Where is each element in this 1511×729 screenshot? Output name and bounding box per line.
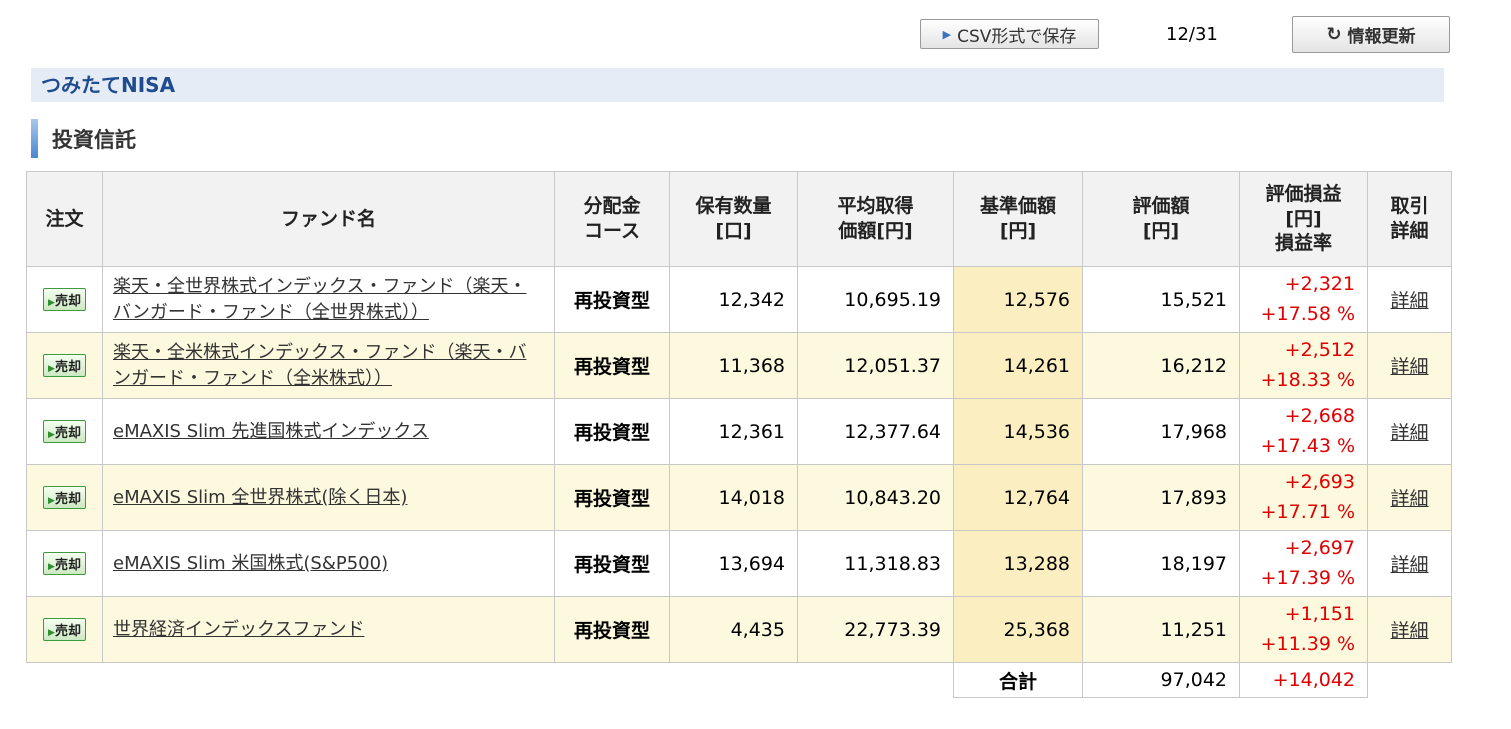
detail-link[interactable]: 詳細 bbox=[1390, 290, 1428, 312]
pl-rate: +17.58 % bbox=[1260, 302, 1355, 325]
nav-price: 12,764 bbox=[953, 464, 1083, 531]
sell-button[interactable]: ▶売却 bbox=[43, 486, 86, 509]
holding-qty: 4,435 bbox=[669, 596, 798, 663]
avg-cost: 12,051.37 bbox=[797, 332, 954, 399]
fund-name-link[interactable]: 楽天・全世界株式インデックス・ファンド（楽天・バンガード・ファンド（全世界株式）… bbox=[113, 276, 526, 322]
unrealized-pl: +1,151 bbox=[1284, 603, 1355, 626]
sell-arrow-icon: ▶ bbox=[48, 364, 55, 374]
sell-arrow-icon: ▶ bbox=[48, 628, 55, 638]
market-value: 11,251 bbox=[1082, 596, 1240, 663]
header-avg: 平均取得 価額[円] bbox=[797, 171, 954, 267]
sell-arrow-icon: ▶ bbox=[48, 430, 55, 440]
detail-link[interactable]: 詳細 bbox=[1390, 422, 1428, 444]
unrealized-pl: +2,697 bbox=[1284, 537, 1355, 560]
sell-arrow-icon: ▶ bbox=[48, 298, 55, 308]
unrealized-pl: +2,668 bbox=[1284, 405, 1355, 428]
holding-qty: 12,361 bbox=[669, 398, 798, 465]
fund-name-link[interactable]: 世界経済インデックスファンド bbox=[113, 619, 364, 640]
table-row: ▶売却 楽天・全世界株式インデックス・ファンド（楽天・バンガード・ファンド（全世… bbox=[26, 266, 1452, 333]
total-label: 合計 bbox=[953, 662, 1083, 698]
pl-rate: +18.33 % bbox=[1260, 368, 1355, 391]
pl-rate: +17.43 % bbox=[1260, 434, 1355, 457]
play-triangle-icon: ▶ bbox=[942, 27, 952, 41]
header-qty: 保有数量 [口] bbox=[669, 171, 798, 267]
holding-qty: 12,342 bbox=[669, 266, 798, 333]
refresh-button[interactable]: ↻ 情報更新 bbox=[1292, 16, 1450, 53]
header-fund: ファンド名 bbox=[102, 171, 555, 267]
pl-rate: +11.39 % bbox=[1260, 632, 1355, 655]
sell-arrow-icon: ▶ bbox=[48, 562, 55, 572]
csv-save-label: CSV形式で保存 bbox=[957, 26, 1077, 47]
market-value: 16,212 bbox=[1082, 332, 1240, 399]
subsection-header: 投資信託 bbox=[31, 119, 136, 158]
detail-link[interactable]: 詳細 bbox=[1390, 356, 1428, 378]
sell-button[interactable]: ▶売却 bbox=[43, 552, 86, 575]
fund-name-link[interactable]: eMAXIS Slim 米国株式(S&P500) bbox=[113, 553, 388, 574]
detail-link[interactable]: 詳細 bbox=[1390, 488, 1428, 510]
dist-course: 再投資型 bbox=[554, 266, 670, 333]
market-value: 15,521 bbox=[1082, 266, 1240, 333]
avg-cost: 10,695.19 bbox=[797, 266, 954, 333]
header-nav: 基準価額 [円] bbox=[953, 171, 1083, 267]
dist-course: 再投資型 bbox=[554, 596, 670, 663]
sell-button[interactable]: ▶売却 bbox=[43, 420, 86, 443]
sell-button[interactable]: ▶売却 bbox=[43, 354, 86, 377]
sell-button[interactable]: ▶売却 bbox=[43, 288, 86, 311]
header-order: 注文 bbox=[26, 171, 103, 267]
dist-course: 再投資型 bbox=[554, 464, 670, 531]
table-header-row: 注文 ファンド名 分配金 コース 保有数量 [口] 平均取得 価額[円] 基準価額 [円… bbox=[26, 171, 1452, 267]
nav-price: 14,261 bbox=[953, 332, 1083, 399]
pl-rate: +17.71 % bbox=[1260, 500, 1355, 523]
unrealized-pl: +2,693 bbox=[1284, 471, 1355, 494]
refresh-icon: ↻ bbox=[1326, 24, 1342, 45]
avg-cost: 12,377.64 bbox=[797, 398, 954, 465]
header-dist: 分配金 コース bbox=[554, 171, 670, 267]
nav-price: 14,536 bbox=[953, 398, 1083, 465]
dist-course: 再投資型 bbox=[554, 398, 670, 465]
table-row: ▶売却 楽天・全米株式インデックス・ファンド（楽天・バンガード・ファンド（全米株… bbox=[26, 332, 1452, 399]
detail-link[interactable]: 詳細 bbox=[1390, 620, 1428, 642]
market-value: 17,968 bbox=[1082, 398, 1240, 465]
subsection-accent-bar bbox=[31, 119, 38, 158]
nav-price: 13,288 bbox=[953, 530, 1083, 597]
table-row: ▶売却 eMAXIS Slim 米国株式(S&P500) 再投資型 13,694… bbox=[26, 530, 1452, 597]
csv-save-button[interactable]: ▶ CSV形式で保存 bbox=[920, 19, 1099, 49]
avg-cost: 22,773.39 bbox=[797, 596, 954, 663]
as-of-date: 12/31 bbox=[1166, 24, 1218, 45]
table-row: ▶売却 世界経済インデックスファンド 再投資型 4,435 22,773.39 … bbox=[26, 596, 1452, 663]
fund-name-link[interactable]: eMAXIS Slim 先進国株式インデックス bbox=[113, 421, 429, 442]
unrealized-pl: +2,512 bbox=[1284, 339, 1355, 362]
total-pl: +14,042 bbox=[1239, 662, 1368, 698]
refresh-label: 情報更新 bbox=[1347, 27, 1416, 47]
table-row: ▶売却 eMAXIS Slim 先進国株式インデックス 再投資型 12,361 … bbox=[26, 398, 1452, 465]
pl-rate: +17.39 % bbox=[1260, 566, 1355, 589]
nav-price: 25,368 bbox=[953, 596, 1083, 663]
section-title: つみたてNISA bbox=[31, 68, 1444, 102]
holding-qty: 13,694 bbox=[669, 530, 798, 597]
holding-qty: 14,018 bbox=[669, 464, 798, 531]
sell-arrow-icon: ▶ bbox=[48, 496, 55, 506]
sell-button[interactable]: ▶売却 bbox=[43, 618, 86, 641]
detail-link[interactable]: 詳細 bbox=[1390, 554, 1428, 576]
avg-cost: 11,318.83 bbox=[797, 530, 954, 597]
total-value: 97,042 bbox=[1082, 662, 1240, 698]
market-value: 18,197 bbox=[1082, 530, 1240, 597]
dist-course: 再投資型 bbox=[554, 332, 670, 399]
avg-cost: 10,843.20 bbox=[797, 464, 954, 531]
nav-price: 12,576 bbox=[953, 266, 1083, 333]
header-pl: 評価損益 [円] 損益率 bbox=[1239, 171, 1368, 267]
market-value: 17,893 bbox=[1082, 464, 1240, 531]
header-value: 評価額 [円] bbox=[1082, 171, 1240, 267]
fund-name-link[interactable]: 楽天・全米株式インデックス・ファンド（楽天・バンガード・ファンド（全米株式）） bbox=[113, 342, 526, 388]
fund-name-link[interactable]: eMAXIS Slim 全世界株式(除く日本) bbox=[113, 487, 407, 508]
unrealized-pl: +2,321 bbox=[1284, 273, 1355, 296]
dist-course: 再投資型 bbox=[554, 530, 670, 597]
holdings-table: 注文 ファンド名 分配金 コース 保有数量 [口] 平均取得 価額[円] 基準価額 [円… bbox=[26, 171, 1452, 698]
total-row: 合計 97,042 +14,042 bbox=[27, 662, 1452, 698]
holding-qty: 11,368 bbox=[669, 332, 798, 399]
table-row: ▶売却 eMAXIS Slim 全世界株式(除く日本) 再投資型 14,018 … bbox=[26, 464, 1452, 531]
header-detail: 取引 詳細 bbox=[1367, 171, 1452, 267]
subsection-title: 投資信託 bbox=[52, 127, 136, 152]
